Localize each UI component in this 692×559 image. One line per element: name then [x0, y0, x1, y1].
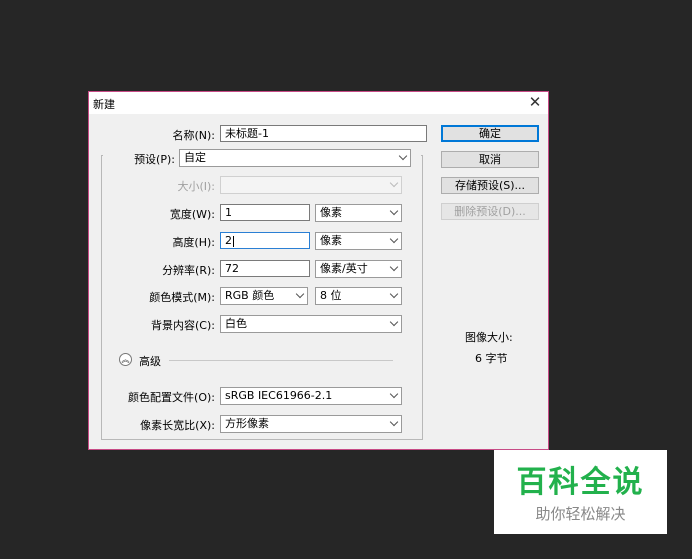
width-unit-select[interactable]: 像素	[315, 204, 402, 222]
chevron-down-icon	[389, 389, 399, 399]
save-preset-button[interactable]: 存储预设(S)...	[441, 177, 539, 194]
resolution-label: 分辨率(R):	[162, 264, 215, 277]
height-unit-value: 像素	[320, 234, 342, 247]
height-value: 2	[225, 234, 232, 247]
resolution-unit-select[interactable]: 像素/英寸	[315, 260, 402, 278]
chevron-down-icon	[389, 289, 399, 299]
bit-depth-select[interactable]: 8 位	[315, 287, 402, 305]
pixel-aspect-label: 像素长宽比(X):	[140, 419, 215, 432]
width-label: 宽度(W):	[169, 208, 215, 221]
text-caret	[233, 235, 234, 247]
image-size-value: 6 字节	[475, 352, 508, 365]
background-value: 白色	[225, 317, 247, 330]
chevron-down-icon	[389, 178, 399, 188]
chevron-down-icon	[295, 289, 305, 299]
width-unit-value: 像素	[320, 206, 342, 219]
advanced-divider	[169, 360, 393, 361]
chevron-down-icon	[389, 262, 399, 272]
name-label: 名称(N):	[172, 129, 215, 142]
chevrons-up-icon[interactable]: ︽	[119, 353, 132, 366]
watermark-subtitle: 助你轻松解决	[535, 505, 626, 523]
dialog-titlebar: 新建 ✕	[89, 92, 548, 114]
image-size-label: 图像大小:	[465, 331, 513, 344]
dialog-title: 新建	[93, 98, 115, 111]
color-profile-value: sRGB IEC61966-2.1	[225, 389, 333, 402]
color-profile-select[interactable]: sRGB IEC61966-2.1	[220, 387, 402, 405]
height-label: 高度(H):	[172, 236, 215, 249]
size-select	[220, 176, 402, 194]
name-input[interactable]: 未标题-1	[220, 125, 427, 142]
bit-depth-value: 8 位	[320, 289, 342, 302]
chevron-down-icon	[389, 317, 399, 327]
size-label: 大小(I):	[177, 180, 215, 193]
chevron-down-icon	[389, 206, 399, 216]
preset-label: 预设(P):	[134, 153, 175, 166]
height-input[interactable]: 2	[220, 232, 310, 249]
chevron-down-icon	[389, 234, 399, 244]
advanced-label[interactable]: 高级	[139, 353, 161, 369]
cancel-button[interactable]: 取消	[441, 151, 539, 168]
pixel-aspect-value: 方形像素	[225, 417, 269, 430]
color-mode-label: 颜色模式(M):	[149, 291, 215, 304]
background-label: 背景内容(C):	[151, 319, 215, 332]
chevron-down-icon	[389, 417, 399, 427]
preset-value: 自定	[184, 151, 206, 164]
close-icon[interactable]: ✕	[528, 94, 542, 110]
delete-preset-button: 删除预设(D)...	[441, 203, 539, 220]
color-mode-value: RGB 颜色	[225, 289, 275, 302]
color-profile-label: 颜色配置文件(O):	[128, 391, 215, 404]
pixel-aspect-select[interactable]: 方形像素	[220, 415, 402, 433]
resolution-input[interactable]: 72	[220, 260, 310, 277]
background-select[interactable]: 白色	[220, 315, 402, 333]
watermark-title: 百科全说	[516, 465, 645, 500]
chevron-down-icon	[398, 151, 408, 161]
preset-select[interactable]: 自定	[179, 149, 411, 167]
ok-button[interactable]: 确定	[441, 125, 539, 142]
new-document-dialog: 新建 ✕ 名称(N): 未标题-1 预设(P): 自定 大小(I): 宽度(W)…	[88, 91, 549, 450]
width-input[interactable]: 1	[220, 204, 310, 221]
height-unit-select[interactable]: 像素	[315, 232, 402, 250]
watermark-logo: 百科全说 助你轻松解决	[494, 450, 667, 534]
resolution-unit-value: 像素/英寸	[320, 262, 368, 275]
color-mode-select[interactable]: RGB 颜色	[220, 287, 308, 305]
